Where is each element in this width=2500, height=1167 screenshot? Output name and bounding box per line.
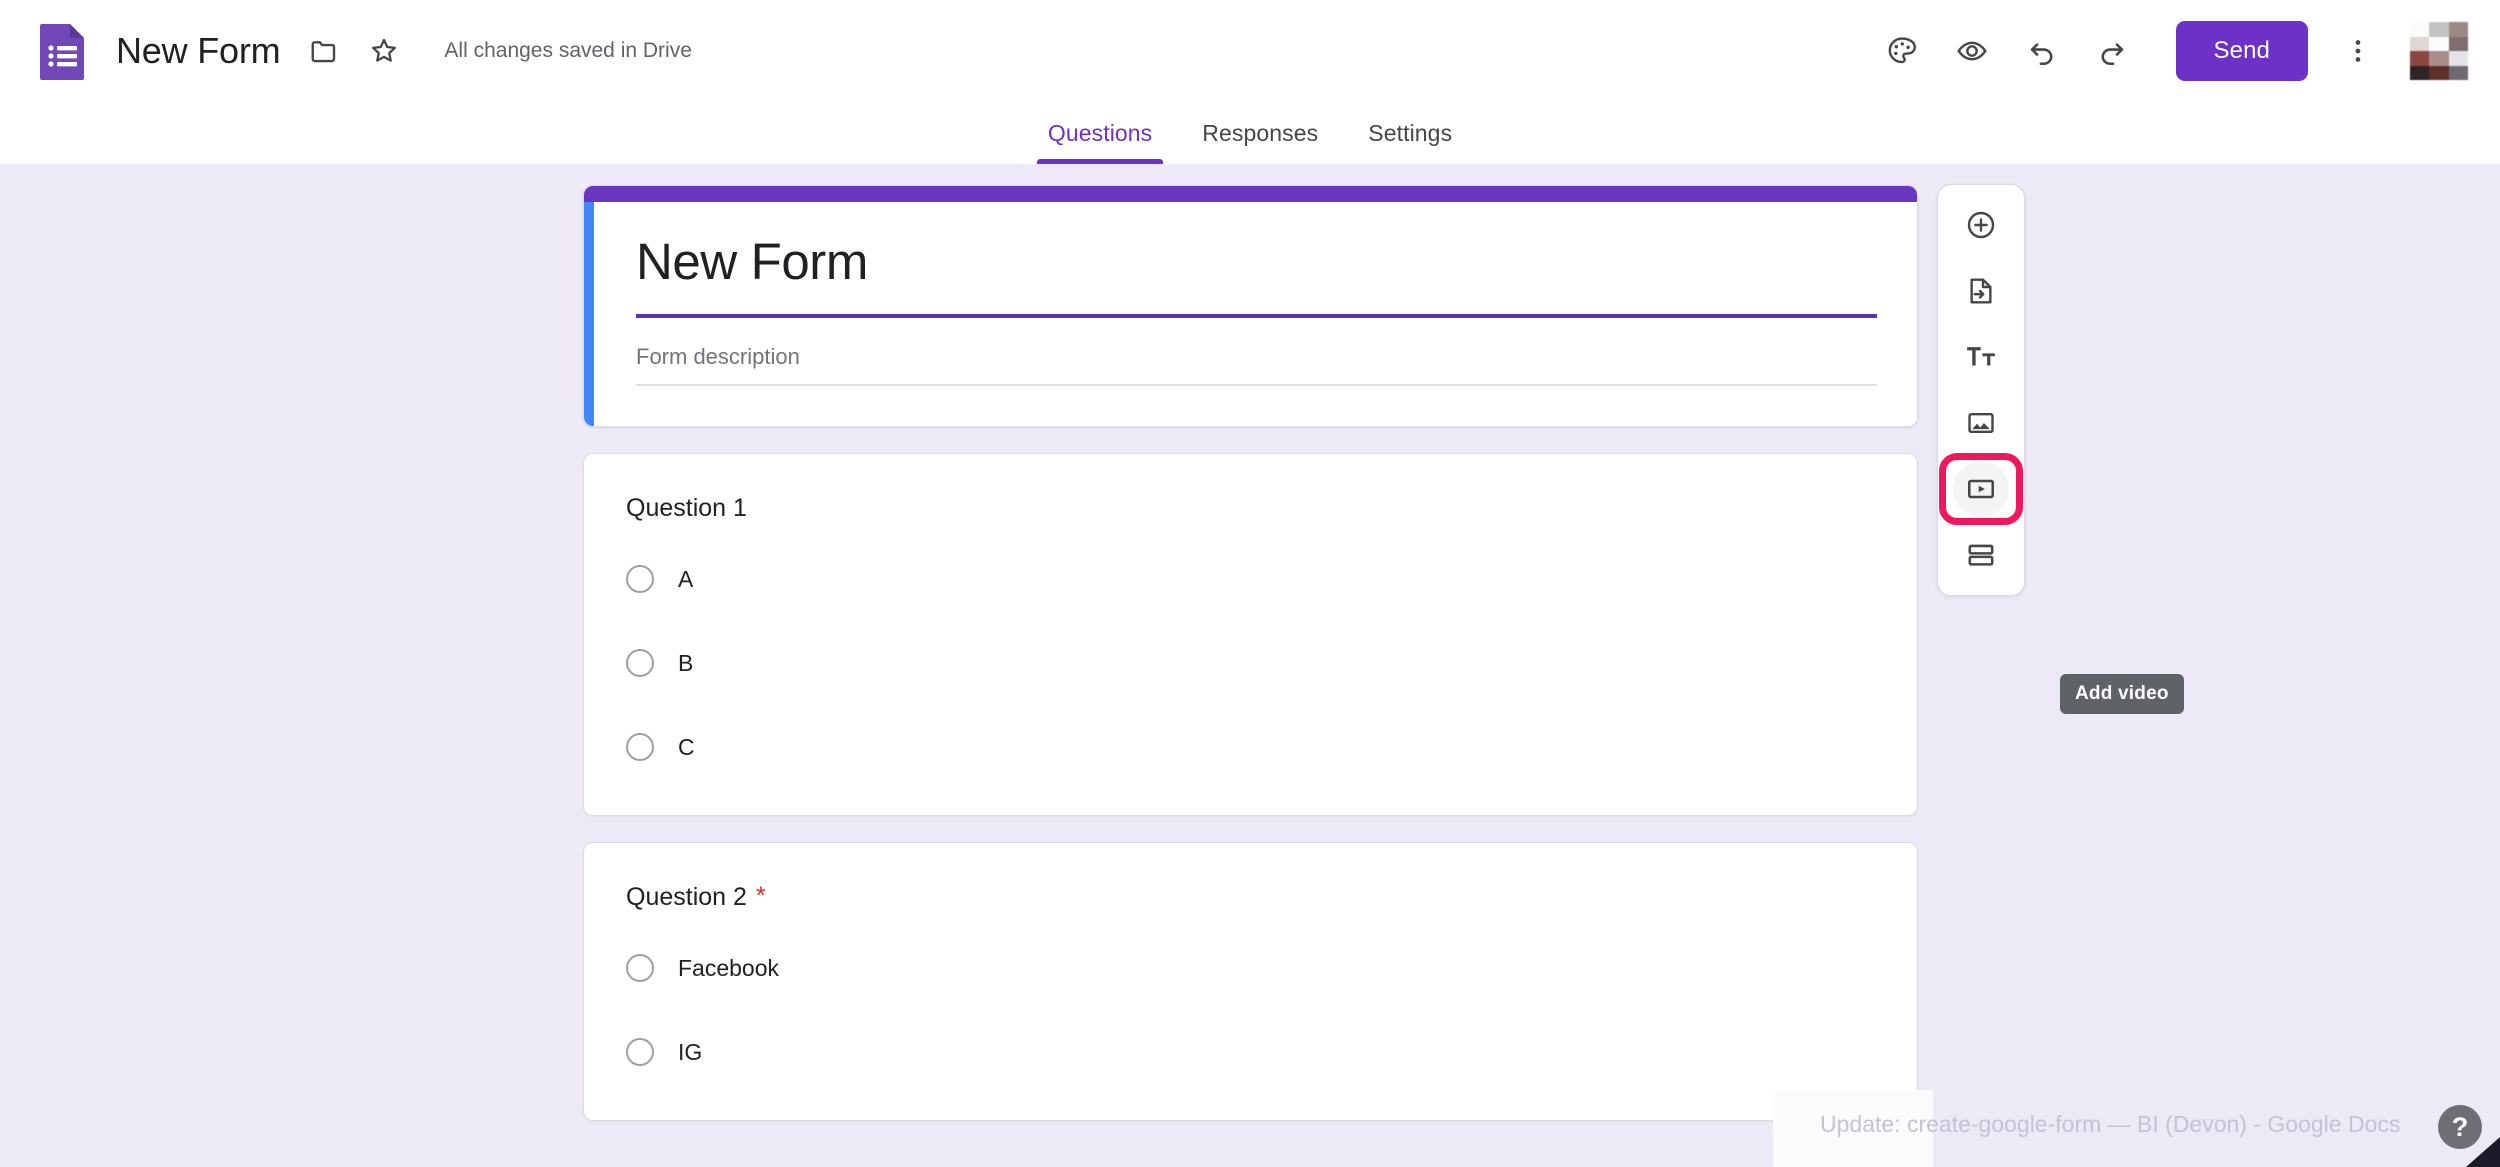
- option-row[interactable]: Facebook: [626, 942, 1877, 994]
- radio-icon[interactable]: [626, 733, 654, 762]
- star-button[interactable]: [356, 23, 412, 79]
- add-video-tooltip: Add video: [2060, 674, 2184, 714]
- document-title[interactable]: New Form: [116, 30, 281, 72]
- radio-icon[interactable]: [626, 649, 654, 678]
- question-title: Question 1: [626, 494, 1877, 523]
- option-row[interactable]: C: [626, 721, 1877, 773]
- radio-icon[interactable]: [626, 1038, 654, 1067]
- top-bar-actions: Send: [1874, 21, 2468, 81]
- import-questions-button[interactable]: [1949, 265, 2013, 317]
- form-theme-stripe: [584, 186, 1917, 202]
- help-question-icon[interactable]: ?: [2438, 1105, 2482, 1149]
- question-title-text: Question 1: [626, 494, 747, 523]
- option-label: Facebook: [678, 954, 780, 981]
- question-title-text: Question 2: [626, 883, 747, 912]
- tab-settings[interactable]: Settings: [1343, 120, 1477, 164]
- form-tabs: Questions Responses Settings: [0, 102, 2500, 164]
- preview-button[interactable]: [1944, 23, 2000, 79]
- tab-questions[interactable]: Questions: [1023, 120, 1177, 164]
- tab-responses[interactable]: Responses: [1177, 120, 1343, 164]
- redo-button[interactable]: [2084, 23, 2140, 79]
- top-app-bar: New Form All changes saved in Drive Send: [0, 0, 2500, 102]
- add-question-button[interactable]: [1949, 199, 2013, 251]
- option-label: C: [678, 733, 695, 760]
- move-to-folder-button[interactable]: [296, 23, 352, 79]
- add-video-button[interactable]: [1939, 453, 2023, 525]
- option-row[interactable]: IG: [626, 1026, 1877, 1078]
- option-label: A: [678, 565, 694, 592]
- send-button[interactable]: Send: [2175, 21, 2308, 81]
- option-label: IG: [678, 1038, 703, 1065]
- more-options-button[interactable]: [2330, 23, 2386, 79]
- form-column: New Form Form description Question 1 A B…: [583, 185, 1918, 1147]
- add-section-button[interactable]: [1949, 529, 2013, 581]
- question-title: Question 2 *: [626, 883, 1877, 912]
- radio-icon[interactable]: [626, 954, 654, 983]
- question-card[interactable]: Question 2 * Facebook IG: [583, 842, 1918, 1122]
- undo-button[interactable]: [2014, 23, 2070, 79]
- option-row[interactable]: B: [626, 637, 1877, 689]
- title-action-icons: [296, 23, 412, 79]
- form-editor-canvas: New Form Form description Question 1 A B…: [0, 164, 2500, 1167]
- add-title-description-button[interactable]: [1949, 331, 2013, 383]
- required-marker: *: [755, 882, 766, 911]
- form-header-body: New Form Form description: [584, 202, 1917, 427]
- save-status-text: All changes saved in Drive: [444, 39, 692, 62]
- form-title-input[interactable]: New Form: [636, 232, 1877, 300]
- form-header-card[interactable]: New Form Form description: [583, 185, 1918, 428]
- theme-palette-button[interactable]: [1874, 23, 1930, 79]
- google-forms-logo-icon[interactable]: [38, 22, 88, 80]
- add-image-button[interactable]: [1949, 397, 2013, 449]
- form-description-underline: [636, 384, 1877, 387]
- add-item-toolbar: [1937, 184, 2025, 596]
- form-description-input[interactable]: Form description: [636, 318, 1877, 384]
- option-label: B: [678, 649, 694, 676]
- option-row[interactable]: A: [626, 553, 1877, 605]
- question-card[interactable]: Question 1 A B C: [583, 453, 1918, 817]
- radio-icon[interactable]: [626, 565, 654, 594]
- user-avatar[interactable]: [2410, 22, 2468, 80]
